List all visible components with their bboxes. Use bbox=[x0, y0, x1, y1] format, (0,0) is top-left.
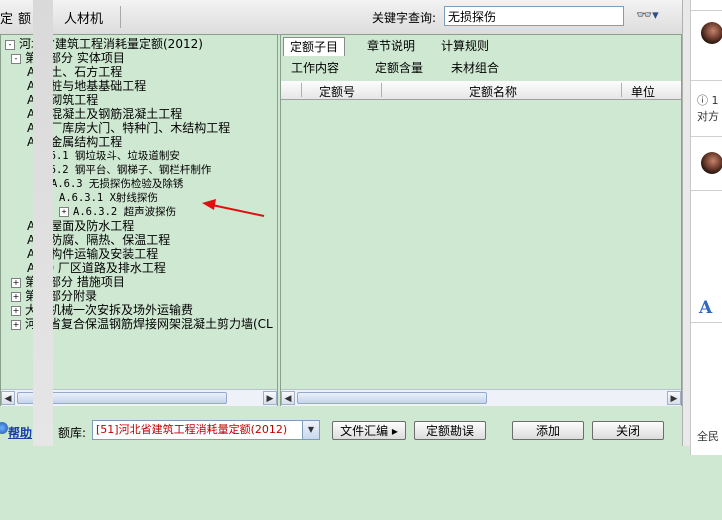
scroll-right-icon[interactable]: ▶ bbox=[263, 391, 277, 405]
tree-item[interactable]: A.6.2 钢平台、钢梯子、钢栏杆制作 bbox=[37, 163, 211, 177]
avatar[interactable] bbox=[701, 22, 722, 44]
library-label: 额库: bbox=[58, 426, 87, 440]
expand-icon[interactable]: + bbox=[11, 291, 21, 302]
tree-item[interactable]: A.6.1 钢垃圾斗、垃圾道制安 bbox=[37, 149, 180, 163]
keyword-search-input[interactable]: 无损探伤 bbox=[444, 6, 624, 26]
file-summary-button[interactable]: 文件汇编 ▸ bbox=[332, 421, 406, 440]
tree-item-label: A.6.2 钢平台、钢梯子、钢栏杆制作 bbox=[37, 164, 212, 176]
menu-item-ding[interactable]: 定 bbox=[0, 8, 13, 27]
red-arrow-annotation bbox=[202, 199, 265, 217]
tab-quota-content[interactable]: 定额含量 bbox=[367, 59, 431, 77]
column-separator bbox=[301, 83, 302, 97]
tree-item[interactable]: -A.6.3 无损探伤检验及除锈 bbox=[37, 177, 183, 191]
bottom-text: 全民 bbox=[697, 430, 719, 443]
column-header-unit[interactable]: 单位 bbox=[631, 83, 655, 100]
top-toolbar: 定 额 人材机 关键字查询: 无损探伤 👓▾ bbox=[0, 0, 688, 35]
chevron-down-icon[interactable]: ▼ bbox=[302, 421, 319, 439]
avatar[interactable] bbox=[701, 152, 722, 174]
info-line: ⓘ 1 bbox=[697, 94, 719, 107]
column-separator bbox=[381, 83, 382, 97]
expand-icon[interactable]: + bbox=[59, 207, 69, 217]
tree-item[interactable]: + A.6.3.2 超声波探伤 bbox=[59, 205, 176, 219]
close-button[interactable]: 关闭 bbox=[592, 421, 664, 440]
tab-quota-items[interactable]: 定额子目 bbox=[283, 37, 345, 56]
tree-item[interactable]: A.5 厂库房大门、特种门、木结构工程 bbox=[27, 121, 230, 135]
tab-material-combo[interactable]: 未材组合 bbox=[443, 59, 507, 77]
tree-item[interactable]: + 第二部分 措施项目 bbox=[11, 275, 125, 289]
tree-item[interactable]: A.6.3.1 X射线探伤 bbox=[59, 191, 158, 205]
scroll-thumb[interactable] bbox=[297, 392, 487, 404]
tree-item-label: A.5 厂库房大门、特种门、木结构工程 bbox=[27, 121, 231, 135]
tree-item-label: A.6.3 无损探伤检验及除锈 bbox=[51, 178, 184, 190]
column-separator bbox=[621, 83, 622, 97]
tree-item[interactable]: - 第一部分 实体项目 bbox=[11, 51, 125, 65]
scroll-left-icon[interactable]: ◀ bbox=[1, 391, 15, 405]
column-header-quota-no[interactable]: 定额号 bbox=[319, 83, 355, 100]
info-text: 对方 bbox=[697, 110, 719, 123]
quota-review-button[interactable]: 定额勘误 bbox=[414, 421, 486, 440]
tree-item-label: A.6.1 钢垃圾斗、垃圾道制安 bbox=[37, 150, 180, 162]
toolbar-divider bbox=[120, 6, 121, 28]
binoculars-search-icon[interactable]: 👓▾ bbox=[636, 8, 659, 23]
quota-library-select[interactable]: [51]河北省建筑工程消耗量定额(2012) ▼ bbox=[92, 420, 320, 440]
tree-item-label: 河北省复合保温钢筋焊接网架混凝土剪力墙(CL bbox=[25, 317, 273, 331]
scroll-left-icon[interactable]: ◀ bbox=[281, 391, 295, 405]
column-header-quota-name[interactable]: 定额名称 bbox=[469, 83, 517, 100]
bottom-background bbox=[0, 446, 690, 520]
collapse-icon[interactable]: - bbox=[5, 39, 15, 50]
tab-calc-rules[interactable]: 计算规则 bbox=[435, 37, 495, 55]
expand-icon[interactable]: + bbox=[11, 319, 21, 330]
tab-chapter-notes[interactable]: 章节说明 bbox=[361, 37, 421, 55]
quota-detail-panel: 定额子目 章节说明 计算规则 工作内容 定额含量 未材组合 定额号 定额名称 单… bbox=[280, 34, 682, 406]
font-style-icon[interactable]: A bbox=[699, 298, 712, 318]
collapse-icon[interactable]: - bbox=[11, 53, 21, 64]
grid-header: 定额号 定额名称 单位 bbox=[281, 81, 681, 100]
material-button[interactable]: 人材机 bbox=[64, 8, 103, 27]
tree-item-label: A.6.3.2 超声波探伤 bbox=[73, 206, 177, 218]
scroll-right-icon[interactable]: ▶ bbox=[667, 391, 681, 405]
tree-item[interactable]: + 第三部分附录 bbox=[11, 289, 97, 303]
menu-item-e[interactable]: 额 bbox=[18, 8, 31, 27]
tree-item-label: A.6.3.1 X射线探伤 bbox=[59, 192, 158, 204]
help-link[interactable]: 帮助 bbox=[8, 424, 32, 441]
keyword-label: 关键字查询: bbox=[372, 11, 437, 25]
add-button[interactable]: 添加 bbox=[512, 421, 584, 440]
grid-horizontal-scrollbar[interactable]: ◀ ▶ bbox=[281, 389, 681, 406]
tab-work-content[interactable]: 工作内容 bbox=[283, 59, 347, 77]
expand-icon[interactable]: + bbox=[11, 277, 21, 288]
chat-side-panel: ⓘ 1 对方 A 全民 bbox=[690, 0, 722, 455]
expand-icon[interactable]: + bbox=[11, 305, 21, 316]
